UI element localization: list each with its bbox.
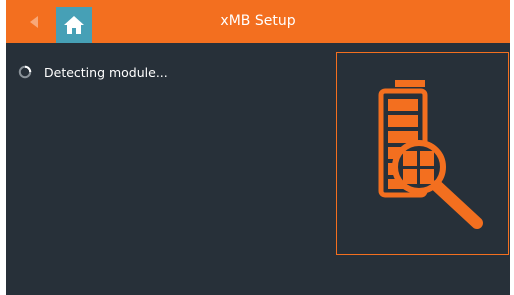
home-button[interactable] [56,7,92,43]
battery-search-icon [378,80,483,229]
screen: xMB Setup Detecting module... [6,0,510,295]
status-row: Detecting module... [18,62,168,82]
status-text: Detecting module... [44,64,168,80]
header-bar: xMB Setup [6,0,510,43]
back-button[interactable] [12,0,56,43]
loading-spinner-icon [18,65,32,79]
module-preview-frame [336,52,509,255]
home-icon [64,16,84,34]
triangle-left-icon [30,15,38,28]
